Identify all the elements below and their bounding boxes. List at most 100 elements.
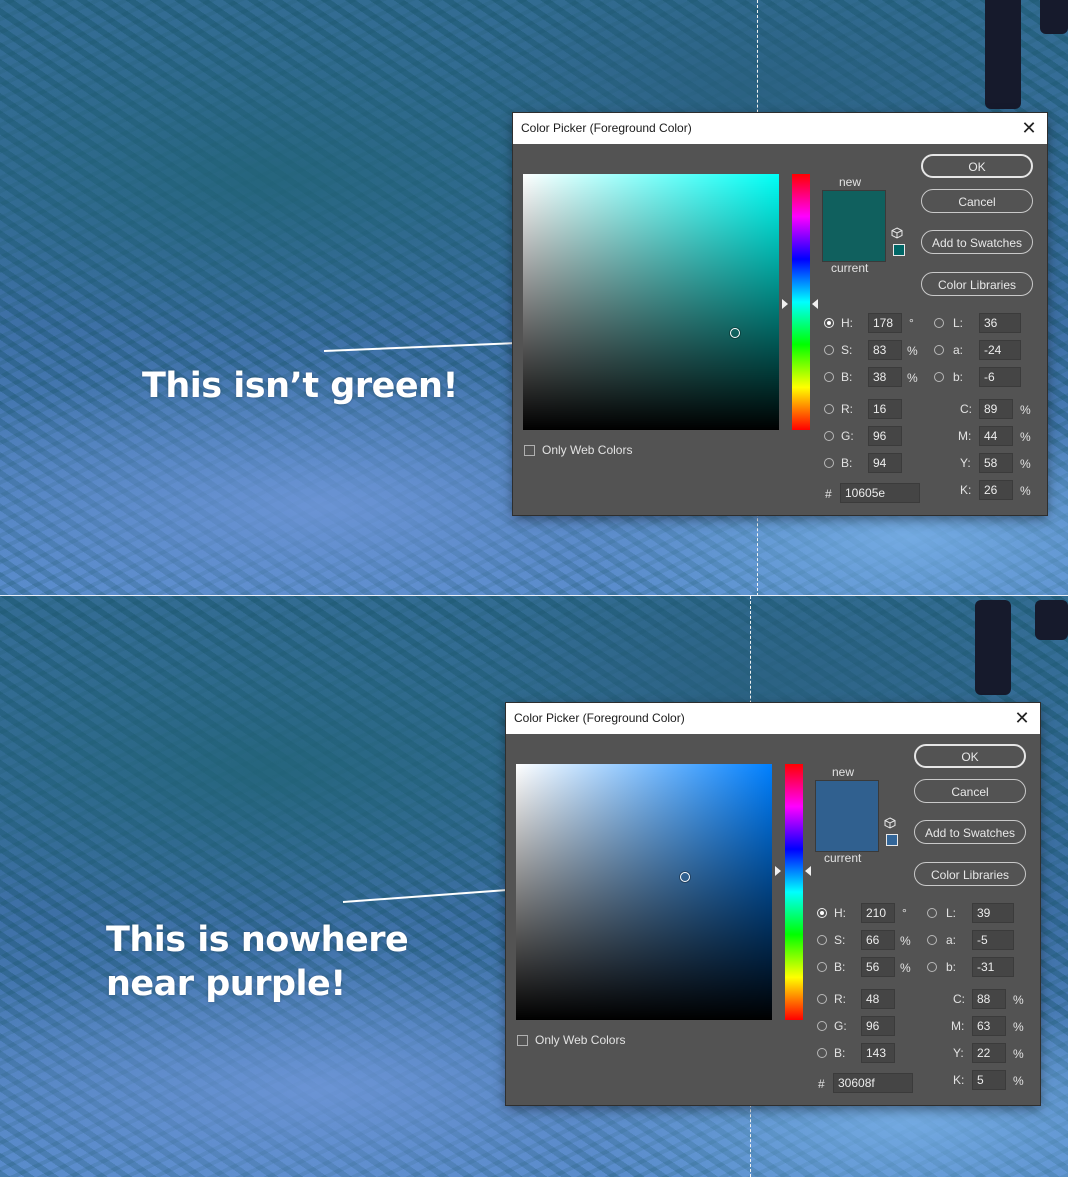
new-current-color-swatch[interactable] xyxy=(822,190,886,262)
percent-unit: % xyxy=(900,934,911,948)
new-current-color-swatch[interactable] xyxy=(815,780,879,852)
cancel-button[interactable]: Cancel xyxy=(914,779,1026,803)
web-safe-color-swatch[interactable] xyxy=(893,244,905,256)
hue-slider-right-handle-icon[interactable] xyxy=(805,865,811,876)
hue-label: H: xyxy=(841,316,853,330)
green-radio[interactable] xyxy=(824,431,834,441)
percent-unit: % xyxy=(1020,403,1031,417)
annotation-line-1: This is nowhere xyxy=(106,920,409,960)
hue-slider[interactable] xyxy=(792,174,810,430)
hue-radio[interactable] xyxy=(824,318,834,328)
only-web-colors-checkbox[interactable] xyxy=(524,445,535,456)
hue-input[interactable]: 178 xyxy=(868,313,902,333)
brightness-label: B: xyxy=(834,960,846,974)
close-icon[interactable]: ✕ xyxy=(1019,118,1039,138)
percent-unit: % xyxy=(900,961,911,975)
color-libraries-button[interactable]: Color Libraries xyxy=(914,862,1026,886)
a-channel-input[interactable]: -5 xyxy=(972,930,1014,950)
lightness-input[interactable]: 39 xyxy=(972,903,1014,923)
black-key-input[interactable]: 5 xyxy=(972,1070,1006,1090)
close-icon[interactable]: ✕ xyxy=(1012,708,1032,728)
red-radio[interactable] xyxy=(817,994,827,1004)
percent-unit: % xyxy=(907,344,918,358)
b-channel-radio[interactable] xyxy=(927,962,937,972)
blue-radio[interactable] xyxy=(817,1048,827,1058)
hue-slider-left-handle-icon[interactable] xyxy=(782,298,788,309)
ok-button[interactable]: OK xyxy=(914,744,1026,768)
cyan-input[interactable]: 89 xyxy=(979,399,1013,419)
percent-unit: % xyxy=(1013,993,1024,1007)
blue-input[interactable]: 94 xyxy=(868,453,902,473)
lightness-radio[interactable] xyxy=(934,318,944,328)
web-safe-color-swatch[interactable] xyxy=(886,834,898,846)
brightness-input[interactable]: 56 xyxy=(861,957,895,977)
green-radio[interactable] xyxy=(817,1021,827,1031)
b-channel-input[interactable]: -31 xyxy=(972,957,1014,977)
yellow-input[interactable]: 22 xyxy=(972,1043,1006,1063)
blue-label: B: xyxy=(841,456,853,470)
green-input[interactable]: 96 xyxy=(868,426,902,446)
lightness-input[interactable]: 36 xyxy=(979,313,1021,333)
hue-slider-right-handle-icon[interactable] xyxy=(812,298,818,309)
yellow-label: Y: xyxy=(953,1046,964,1060)
a-channel-label: a: xyxy=(953,343,964,357)
magenta-input[interactable]: 44 xyxy=(979,426,1013,446)
magenta-label: M: xyxy=(951,1019,965,1033)
b-channel-input[interactable]: -6 xyxy=(979,367,1021,387)
b-channel-label: b: xyxy=(953,370,964,384)
percent-unit: % xyxy=(1020,457,1031,471)
canvas-dark-shape xyxy=(1040,0,1068,34)
a-channel-radio[interactable] xyxy=(934,345,944,355)
a-channel-input[interactable]: -24 xyxy=(979,340,1021,360)
brightness-input[interactable]: 38 xyxy=(868,367,902,387)
a-channel-radio[interactable] xyxy=(927,935,937,945)
hex-hash-label: # xyxy=(818,1077,825,1091)
lightness-radio[interactable] xyxy=(927,908,937,918)
cyan-label: C: xyxy=(960,402,972,416)
hex-input[interactable]: 30608f xyxy=(833,1073,913,1093)
out-of-web-gamut-cube-icon[interactable] xyxy=(884,817,896,829)
hue-input[interactable]: 210 xyxy=(861,903,895,923)
ok-button[interactable]: OK xyxy=(921,154,1033,178)
color-field[interactable] xyxy=(516,764,772,1020)
add-to-swatches-button[interactable]: Add to Swatches xyxy=(914,820,1026,844)
out-of-web-gamut-cube-icon[interactable] xyxy=(891,227,903,239)
percent-unit: % xyxy=(1013,1020,1024,1034)
only-web-colors-label: Only Web Colors xyxy=(542,443,633,457)
red-input[interactable]: 16 xyxy=(868,399,902,419)
blue-radio[interactable] xyxy=(824,458,834,468)
saturation-input[interactable]: 83 xyxy=(868,340,902,360)
color-field-cursor[interactable] xyxy=(679,871,690,882)
saturation-input[interactable]: 66 xyxy=(861,930,895,950)
a-channel-label: a: xyxy=(946,933,957,947)
red-input[interactable]: 48 xyxy=(861,989,895,1009)
hex-input[interactable]: 10605e xyxy=(840,483,920,503)
hue-slider[interactable] xyxy=(785,764,803,1020)
cancel-button[interactable]: Cancel xyxy=(921,189,1033,213)
new-color-label: new xyxy=(839,175,862,189)
green-input[interactable]: 96 xyxy=(861,1016,895,1036)
screenshot-panel-bottom: This is nowhere near purple! Color Picke… xyxy=(0,596,1068,1177)
hue-slider-left-handle-icon[interactable] xyxy=(775,865,781,876)
magenta-input[interactable]: 63 xyxy=(972,1016,1006,1036)
black-key-input[interactable]: 26 xyxy=(979,480,1013,500)
brightness-radio[interactable] xyxy=(817,962,827,972)
brightness-radio[interactable] xyxy=(824,372,834,382)
degree-unit: ° xyxy=(902,906,907,920)
color-field[interactable] xyxy=(523,174,779,430)
blue-input[interactable]: 143 xyxy=(861,1043,895,1063)
saturation-radio[interactable] xyxy=(824,345,834,355)
annotation-line-2: near purple! xyxy=(106,964,346,1004)
red-radio[interactable] xyxy=(824,404,834,414)
b-channel-radio[interactable] xyxy=(934,372,944,382)
yellow-input[interactable]: 58 xyxy=(979,453,1013,473)
b-channel-label: b: xyxy=(946,960,957,974)
saturation-radio[interactable] xyxy=(817,935,827,945)
add-to-swatches-button[interactable]: Add to Swatches xyxy=(921,230,1033,254)
hue-radio[interactable] xyxy=(817,908,827,918)
cyan-input[interactable]: 88 xyxy=(972,989,1006,1009)
hue-label: H: xyxy=(834,906,846,920)
lightness-label: L: xyxy=(946,906,957,920)
color-libraries-button[interactable]: Color Libraries xyxy=(921,272,1033,296)
only-web-colors-checkbox[interactable] xyxy=(517,1035,528,1046)
